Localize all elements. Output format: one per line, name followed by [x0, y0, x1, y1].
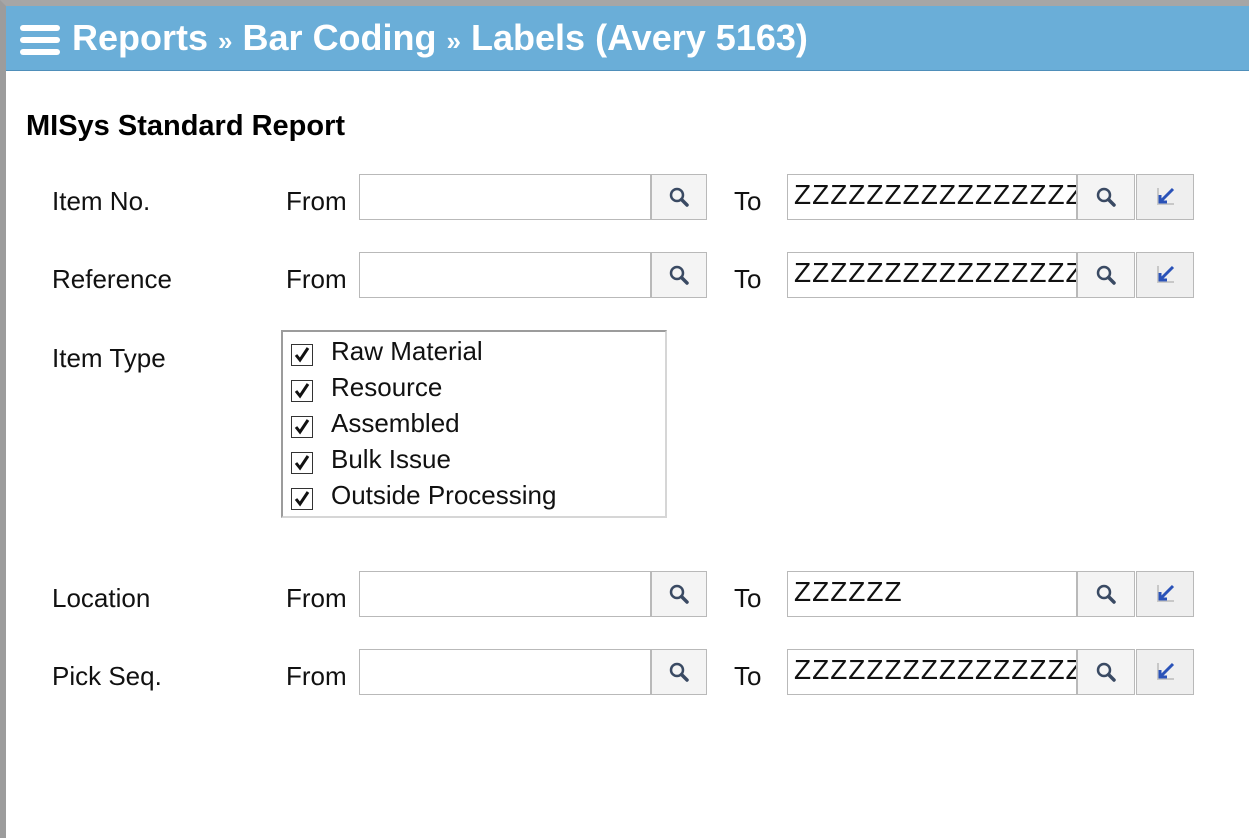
item-no-label: Item No.	[52, 186, 151, 216]
breadcrumb-labels: Labels (Avery 5163)	[471, 17, 808, 58]
checkbox[interactable]	[291, 488, 313, 510]
breadcrumb-separator: »	[218, 26, 233, 56]
clear-arrow-icon	[1157, 662, 1175, 680]
reference-from-label: From	[286, 264, 347, 294]
item-no-from-label: From	[286, 186, 347, 216]
checkmark-icon	[294, 383, 310, 399]
checkbox[interactable]	[291, 344, 313, 366]
checkmark-icon	[294, 455, 310, 471]
item-type-option-label: Resource	[331, 372, 443, 402]
item-no-to-label: To	[734, 186, 762, 216]
pick-seq-from-label: From	[286, 661, 347, 691]
location-clear-button[interactable]	[1136, 571, 1194, 617]
item-no-to-lookup-button[interactable]	[1077, 174, 1135, 220]
magnifier-icon	[1096, 584, 1116, 604]
location-from-input[interactable]	[359, 571, 651, 617]
checkmark-icon	[294, 347, 310, 363]
pick-seq-to-lookup-button[interactable]	[1077, 649, 1135, 695]
hamburger-menu-icon[interactable]	[20, 25, 60, 57]
checkbox[interactable]	[291, 452, 313, 474]
location-to-input[interactable]: ZZZZZZ	[787, 571, 1077, 617]
reference-clear-button[interactable]	[1136, 252, 1194, 298]
item-type-option-label: Raw Material	[331, 336, 483, 366]
pick-seq-to-label: To	[734, 661, 762, 691]
item-type-checklist: Raw Material Resource Assembled Bulk Iss…	[281, 330, 667, 518]
reference-from-lookup-button[interactable]	[651, 252, 707, 298]
magnifier-icon	[669, 265, 689, 285]
item-no-clear-button[interactable]	[1136, 174, 1194, 220]
reference-to-label: To	[734, 264, 762, 294]
checkbox[interactable]	[291, 416, 313, 438]
item-type-option-label: Assembled	[331, 408, 460, 438]
reference-to-input[interactable]: ZZZZZZZZZZZZZZZZZZ	[787, 252, 1077, 298]
magnifier-icon	[1096, 187, 1116, 207]
checkmark-icon	[294, 491, 310, 507]
item-type-option-label: Outside Processing	[331, 480, 557, 510]
breadcrumb: Reports » Bar Coding » Labels (Avery 516…	[72, 16, 808, 63]
checkbox[interactable]	[291, 380, 313, 402]
item-no-to-input[interactable]: ZZZZZZZZZZZZZZZZZZ	[787, 174, 1077, 220]
clear-arrow-icon	[1157, 187, 1175, 205]
magnifier-icon	[1096, 265, 1116, 285]
item-type-option-label: Bulk Issue	[331, 444, 451, 474]
reference-from-input[interactable]	[359, 252, 651, 298]
pick-seq-label: Pick Seq.	[52, 661, 162, 691]
magnifier-icon	[1096, 662, 1116, 682]
breadcrumb-separator: »	[446, 26, 462, 56]
location-from-label: From	[286, 583, 347, 613]
pick-seq-from-input[interactable]	[359, 649, 651, 695]
title-bar: Reports » Bar Coding » Labels (Avery 516…	[6, 6, 1249, 71]
magnifier-icon	[669, 584, 689, 604]
report-heading: MISys Standard Report	[26, 110, 346, 142]
magnifier-icon	[669, 187, 689, 207]
pick-seq-clear-button[interactable]	[1136, 649, 1194, 695]
location-to-lookup-button[interactable]	[1077, 571, 1135, 617]
item-no-from-lookup-button[interactable]	[651, 174, 707, 220]
item-no-from-input[interactable]	[359, 174, 651, 220]
pick-seq-from-lookup-button[interactable]	[651, 649, 707, 695]
item-type-label: Item Type	[52, 343, 166, 373]
location-to-label: To	[734, 583, 762, 613]
magnifier-icon	[669, 662, 689, 682]
pick-seq-to-input[interactable]: ZZZZZZZZZZZZZZZZZZ	[787, 649, 1077, 695]
checkmark-icon	[294, 419, 310, 435]
location-label: Location	[52, 583, 151, 613]
location-from-lookup-button[interactable]	[651, 571, 707, 617]
clear-arrow-icon	[1157, 265, 1175, 283]
report-window: Reports » Bar Coding » Labels (Avery 516…	[0, 0, 1249, 838]
clear-arrow-icon	[1157, 584, 1175, 602]
breadcrumb-reports[interactable]: Reports	[72, 17, 208, 58]
reference-label: Reference	[52, 264, 172, 294]
breadcrumb-bar-coding[interactable]: Bar Coding	[243, 17, 437, 58]
reference-to-lookup-button[interactable]	[1077, 252, 1135, 298]
